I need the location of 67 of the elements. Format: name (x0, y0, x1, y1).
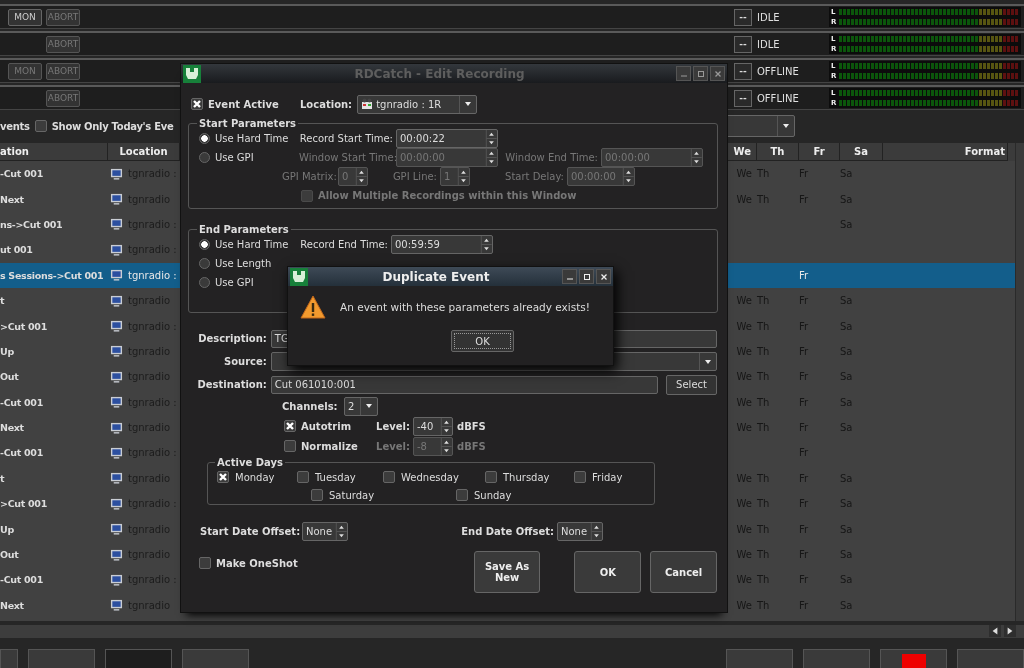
checkbox-label: Event Active (208, 98, 280, 110)
deck-status: IDLE (757, 38, 781, 50)
checkbox-label: Autotrim (301, 420, 353, 432)
radio-label: Use Hard Time (215, 239, 289, 250)
field-label: Destination: (196, 379, 267, 390)
checkbox-label: Allow Multiple Recordings within this Window (318, 190, 577, 201)
table-cell-text: Out (0, 371, 20, 383)
field-label: Start Delay: (504, 171, 565, 182)
table-cell-text: ns->Cut 001 (0, 218, 64, 230)
table-cell-text: Up (0, 345, 15, 357)
table-cell-text: -Cut 001 (0, 396, 44, 408)
unit-label: dBFS (457, 420, 486, 432)
table-cell-text: Up (0, 523, 15, 535)
group-title: End Parameters (198, 224, 290, 235)
table-cell-text: s Sessions->Cut 001 (0, 269, 105, 281)
window-title: Duplicate Event (381, 269, 491, 284)
field-label: Window Start Time: (299, 152, 396, 163)
checkbox-label: Wednesday (401, 471, 459, 483)
field-label: Start Date Offset: (200, 526, 302, 537)
field-label: Channels: (282, 400, 339, 412)
table-cell-text: -Cut 001 (0, 168, 44, 180)
field-label: Record Start Time: (299, 133, 394, 144)
radio-label: Use Hard Time (215, 133, 289, 144)
field-label: End Date Offset: (460, 526, 555, 537)
table-cell-text: Next (0, 193, 25, 205)
radio-label: Use GPI (215, 277, 254, 288)
checkbox-label: Thursday (503, 471, 550, 483)
group-title: Active Days (216, 457, 284, 468)
table-cell: tgnradio : (128, 269, 177, 281)
checkbox-label: Normalize (301, 440, 359, 452)
window-title: RDCatch - Edit Recording (353, 66, 526, 81)
table-cell: Fr (799, 269, 809, 281)
deck-status: OFFLINE (757, 65, 800, 77)
radio-label: Use GPI (215, 152, 254, 163)
deck-status: OFFLINE (757, 92, 800, 104)
table-cell-text: ut 001 (0, 244, 34, 256)
field-label: Source: (223, 356, 267, 367)
table-cell-text: t (0, 472, 6, 484)
table-cell-text: Out (0, 549, 20, 561)
table-cell-text: -Cut 001 (0, 447, 44, 459)
field-label: GPI Line: (391, 171, 438, 182)
checkbox-label: Monday (235, 471, 275, 483)
field-label: GPI Matrix: (282, 171, 338, 182)
table-cell-text: -Cut 001 (0, 574, 44, 586)
table-cell-text: Next (0, 422, 25, 434)
table-cell-text: >Cut 001 (0, 320, 48, 332)
filter-label: vents (0, 120, 30, 132)
checkbox-label: Tuesday (315, 471, 356, 483)
field-label: Location: (300, 98, 353, 110)
message-text: An event with these parameters already exists! (340, 301, 590, 313)
group-title: Start Parameters (198, 118, 298, 129)
checkbox-label: Saturday (329, 489, 375, 501)
checkbox-label: Show Only Today's Eve (51, 120, 174, 132)
checkbox-label: Make OneShot (216, 557, 298, 569)
checkbox-label: Friday (592, 471, 623, 483)
field-label: Level: (375, 420, 411, 432)
table-cell-text: >Cut 001 (0, 498, 48, 510)
field-label: Description: (197, 333, 267, 344)
field-label: Window End Time: (504, 152, 599, 163)
deck-status: IDLE (757, 11, 781, 23)
radio-label: Use Length (215, 258, 272, 269)
field-label: Level: (375, 440, 411, 452)
checkbox-label: Sunday (474, 489, 512, 501)
field-label: Record End Time: (299, 239, 389, 250)
table-cell-text: Next (0, 599, 25, 611)
table-cell-text: t (0, 295, 6, 307)
unit-label: dBFS (457, 440, 486, 452)
